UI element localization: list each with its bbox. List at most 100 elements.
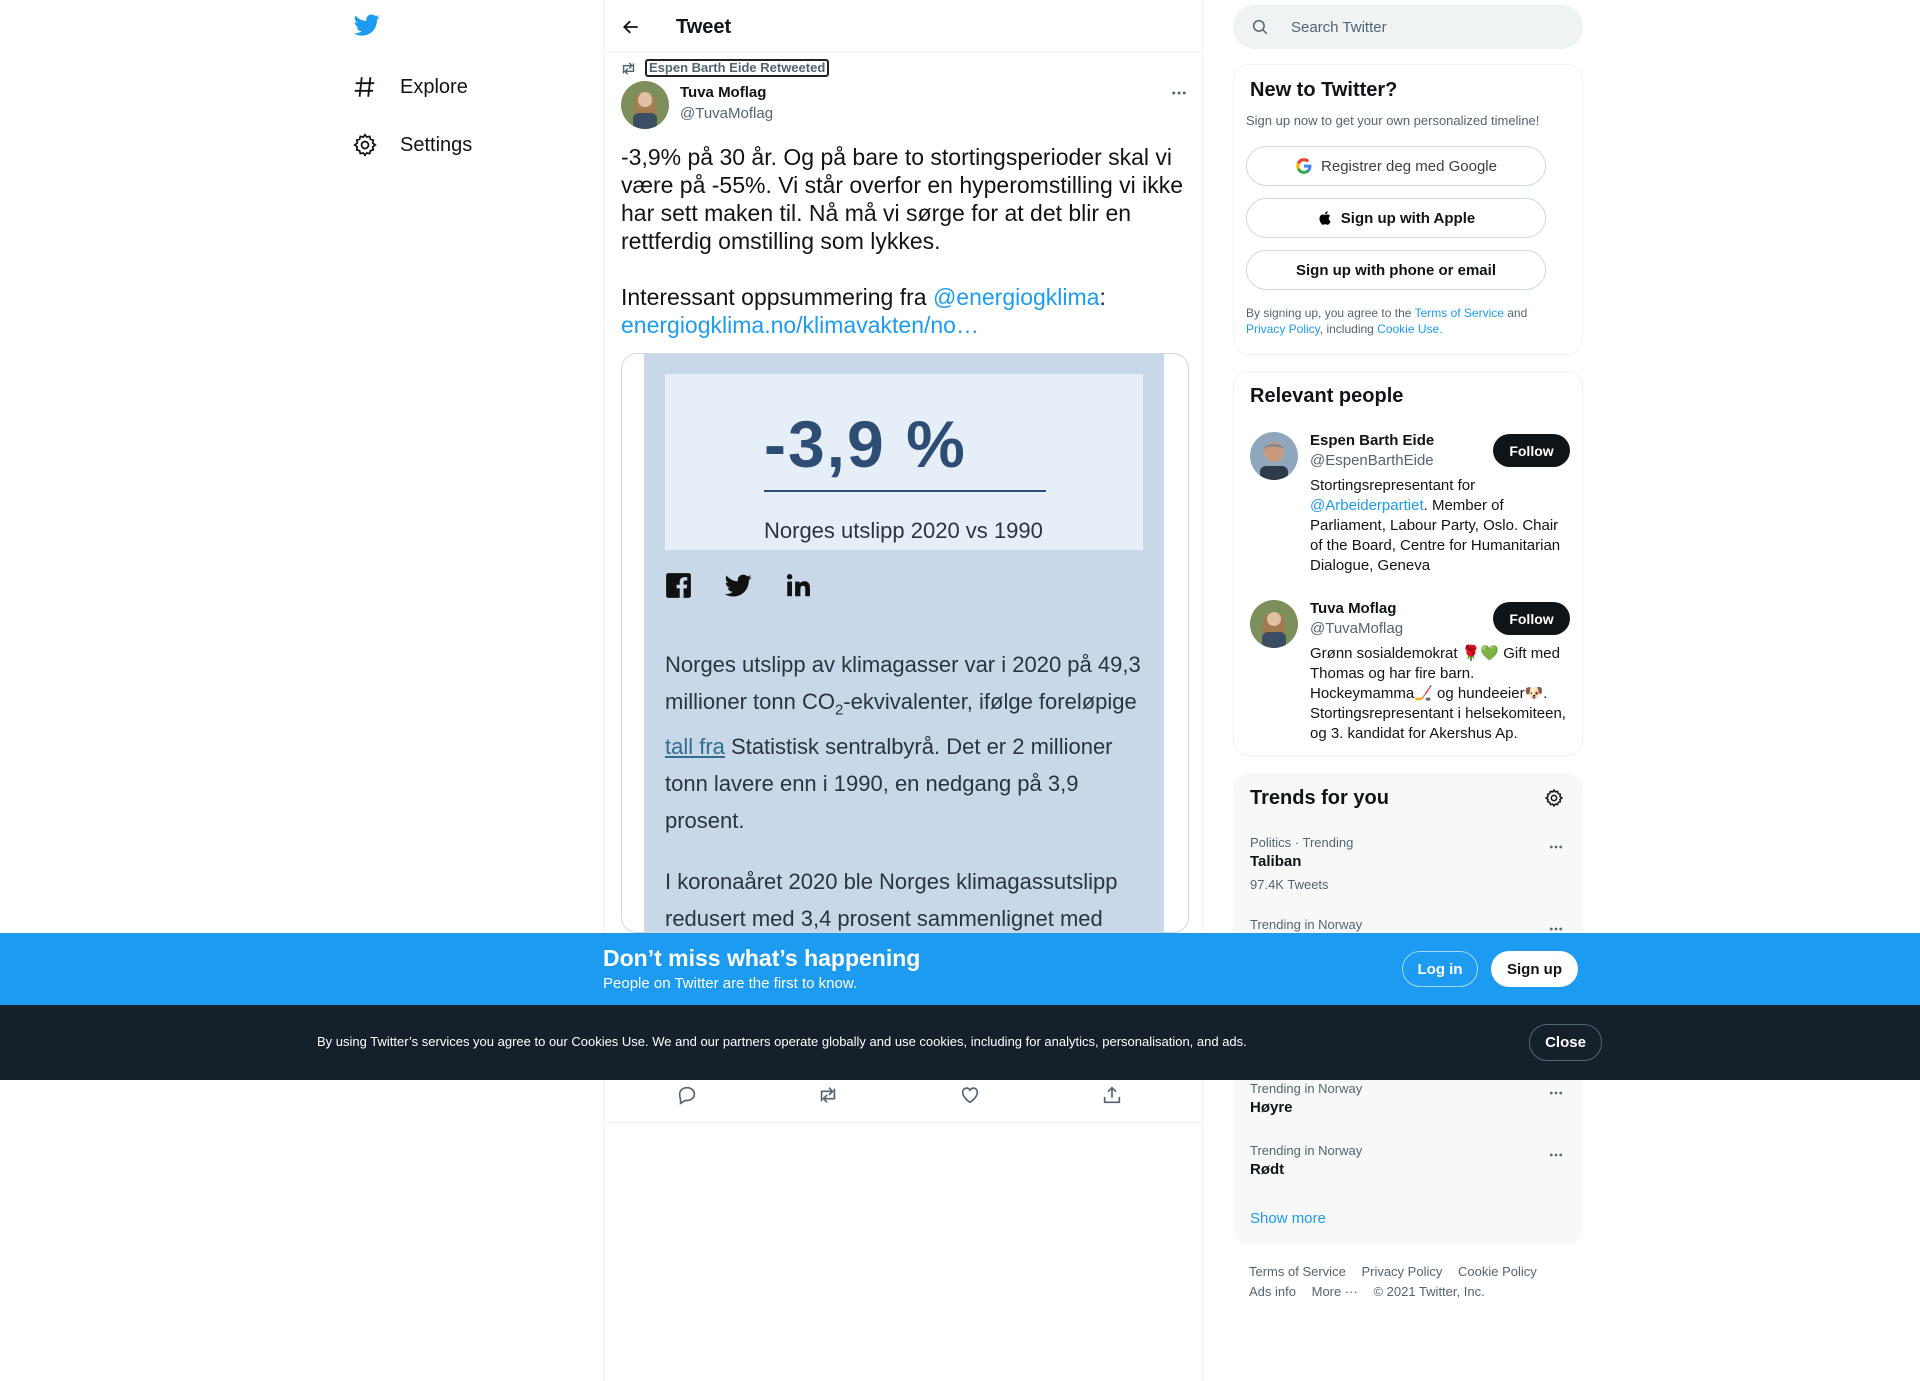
person-bio: Stortingsrepresentant for @Arbeiderparti… xyxy=(1310,476,1572,576)
reply-icon xyxy=(676,1084,698,1106)
stat-value: -3,9 % xyxy=(764,407,967,481)
twitter-icon xyxy=(725,572,752,599)
card-title: Relevant people xyxy=(1250,385,1404,407)
retweet-button[interactable] xyxy=(817,1084,839,1106)
cookie-text: By using Twitter’s services you agree to… xyxy=(317,1034,1247,1049)
apple-signup-button[interactable]: Sign up with Apple xyxy=(1246,198,1546,238)
follow-button[interactable]: Follow xyxy=(1493,602,1570,635)
person-name[interactable]: Espen Barth Eide xyxy=(1310,432,1434,449)
apple-icon xyxy=(1317,209,1333,227)
url-link[interactable]: energiogklima.no/klimavakten/no… xyxy=(621,312,979,338)
gear-icon xyxy=(352,132,378,158)
trend-item[interactable]: Trending in Norway Rødt xyxy=(1234,1143,1584,1203)
tweet-actions xyxy=(604,1080,1202,1123)
footer-link[interactable]: Terms of Service xyxy=(1249,1264,1346,1279)
privacy-link[interactable]: Privacy Policy xyxy=(1246,322,1320,336)
page-header: Tweet xyxy=(604,0,1202,53)
share-icon xyxy=(1101,1084,1123,1106)
search-box[interactable] xyxy=(1233,5,1583,49)
reply-button[interactable] xyxy=(676,1084,698,1106)
article-text-part: Statistisk sentralbyrå. Det er 2 million… xyxy=(665,734,1113,834)
arrow-left-icon xyxy=(621,17,641,37)
person-handle: @TuvaMoflag xyxy=(1310,620,1404,637)
footer-link[interactable]: Privacy Policy xyxy=(1361,1264,1442,1279)
nav-item-settings[interactable]: Settings xyxy=(352,132,472,158)
more-options-icon[interactable] xyxy=(1170,84,1188,102)
main-column: Tweet Espen Barth Eide Retweeted Tuva Mo… xyxy=(603,0,1203,1381)
tweet-media[interactable]: -3,9 % Norges utslipp 2020 vs 1990 Norge… xyxy=(621,353,1189,933)
nav-label-settings: Settings xyxy=(400,133,473,156)
relevant-people-card: Relevant people Espen Barth Eide @EspenB… xyxy=(1233,371,1583,756)
retweet-context: Espen Barth Eide Retweeted xyxy=(620,59,830,77)
cookie-bar: By using Twitter’s services you agree to… xyxy=(0,1005,1920,1080)
linkedin-icon xyxy=(785,572,812,599)
nav-label-explore: Explore xyxy=(400,75,468,98)
tweet-paragraph: -3,9% på 30 år. Og på bare to stortingsp… xyxy=(621,144,1184,254)
article-paragraph: I koronaåret 2020 ble Norges klimagassut… xyxy=(665,869,1118,932)
media-image: -3,9 % Norges utslipp 2020 vs 1990 Norge… xyxy=(644,354,1164,932)
tweet-text: -3,9% på 30 år. Og på bare to stortingsp… xyxy=(621,143,1193,339)
search-icon xyxy=(1251,18,1269,36)
google-g-icon xyxy=(1295,157,1313,175)
retweet-icon xyxy=(817,1084,839,1106)
more-options-icon[interactable] xyxy=(1548,1085,1564,1101)
google-signup-button[interactable]: Registrer deg med Google xyxy=(1246,146,1546,186)
more-options-icon[interactable] xyxy=(1548,1147,1564,1163)
nav-item-explore[interactable]: Explore xyxy=(352,74,468,100)
legal-part: , including xyxy=(1319,322,1378,336)
trend-context: Trending in Norway xyxy=(1250,917,1363,932)
stat-divider xyxy=(764,490,1046,492)
signup-button[interactable]: Sign up xyxy=(1491,951,1578,987)
footer-link[interactable]: Cookie Policy xyxy=(1458,1264,1537,1279)
author-name[interactable]: Tuva Moflag xyxy=(680,84,766,101)
mention-link[interactable]: @Arbeiderpartiet xyxy=(1310,497,1424,514)
signup-banner: Don’t miss what’s happening People on Tw… xyxy=(0,933,1920,1005)
article-link: tall fra xyxy=(665,734,725,760)
person-handle: @EspenBarthEide xyxy=(1310,452,1434,469)
legal-part: . xyxy=(1439,322,1443,336)
phone-signup-button[interactable]: Sign up with phone or email xyxy=(1246,250,1546,290)
share-icons xyxy=(665,572,812,599)
search-input[interactable] xyxy=(1289,5,1569,49)
avatar[interactable] xyxy=(1250,432,1298,480)
mention-link[interactable]: @energiogklima xyxy=(933,284,1100,310)
like-icon xyxy=(959,1084,981,1106)
avatar[interactable] xyxy=(621,81,669,129)
more-options-icon[interactable] xyxy=(1548,839,1564,855)
article-text: Norges utslipp av klimagasser var i 2020… xyxy=(665,646,1143,932)
legal-part: and xyxy=(1503,306,1528,320)
login-button[interactable]: Log in xyxy=(1402,951,1478,987)
like-button[interactable] xyxy=(959,1084,981,1106)
tweet-text-colon: : xyxy=(1099,284,1106,310)
retweeted-by-link[interactable]: Espen Barth Eide Retweeted xyxy=(645,59,830,77)
google-signup-label: Registrer deg med Google xyxy=(1321,157,1497,175)
trend-count: 97.4K Tweets xyxy=(1250,877,1329,892)
hash-icon xyxy=(352,74,378,100)
new-to-twitter-card: New to Twitter? Sign up now to get your … xyxy=(1233,64,1583,355)
trend-item[interactable]: Politics · Trending Taliban 97.4K Tweets xyxy=(1234,835,1584,895)
close-button[interactable]: Close xyxy=(1529,1024,1602,1061)
article-paragraph: Norges utslipp av klimagasser var i 2020… xyxy=(665,646,1143,839)
follow-button[interactable]: Follow xyxy=(1493,434,1570,467)
footer-link[interactable]: More ··· xyxy=(1312,1284,1358,1299)
trends-settings-icon[interactable] xyxy=(1544,788,1564,808)
trend-context: Trending in Norway xyxy=(1250,1143,1363,1158)
terms-link[interactable]: Terms of Service xyxy=(1415,306,1504,320)
tweet-paragraph: Interessant oppsummering fra @energiogkl… xyxy=(621,283,1193,339)
person-bio: Grønn sosialdemokrat 🌹💚 Gift med Thomas … xyxy=(1310,645,1566,742)
cookie-link[interactable]: Cookie Use xyxy=(1377,322,1439,336)
phone-signup-label: Sign up with phone or email xyxy=(1295,261,1496,279)
author-handle[interactable]: @TuvaMoflag xyxy=(680,105,773,122)
back-button[interactable] xyxy=(614,10,648,44)
article-text-part: -ekvivalenter, ifølge foreløpige xyxy=(843,689,1137,714)
trend-item[interactable]: Trending in Norway Høyre xyxy=(1234,1081,1584,1141)
person-name[interactable]: Tuva Moflag xyxy=(1310,600,1396,617)
apple-signup-label: Sign up with Apple xyxy=(1340,209,1476,227)
avatar[interactable] xyxy=(1250,600,1298,648)
trend-context: Trending in Norway xyxy=(1250,1081,1363,1096)
card-title: Trends for you xyxy=(1250,787,1389,809)
twitter-bird-icon[interactable] xyxy=(352,12,386,46)
share-button[interactable] xyxy=(1101,1084,1123,1106)
footer-link[interactable]: Ads info xyxy=(1249,1284,1296,1299)
show-more-link[interactable]: Show more xyxy=(1250,1210,1326,1227)
